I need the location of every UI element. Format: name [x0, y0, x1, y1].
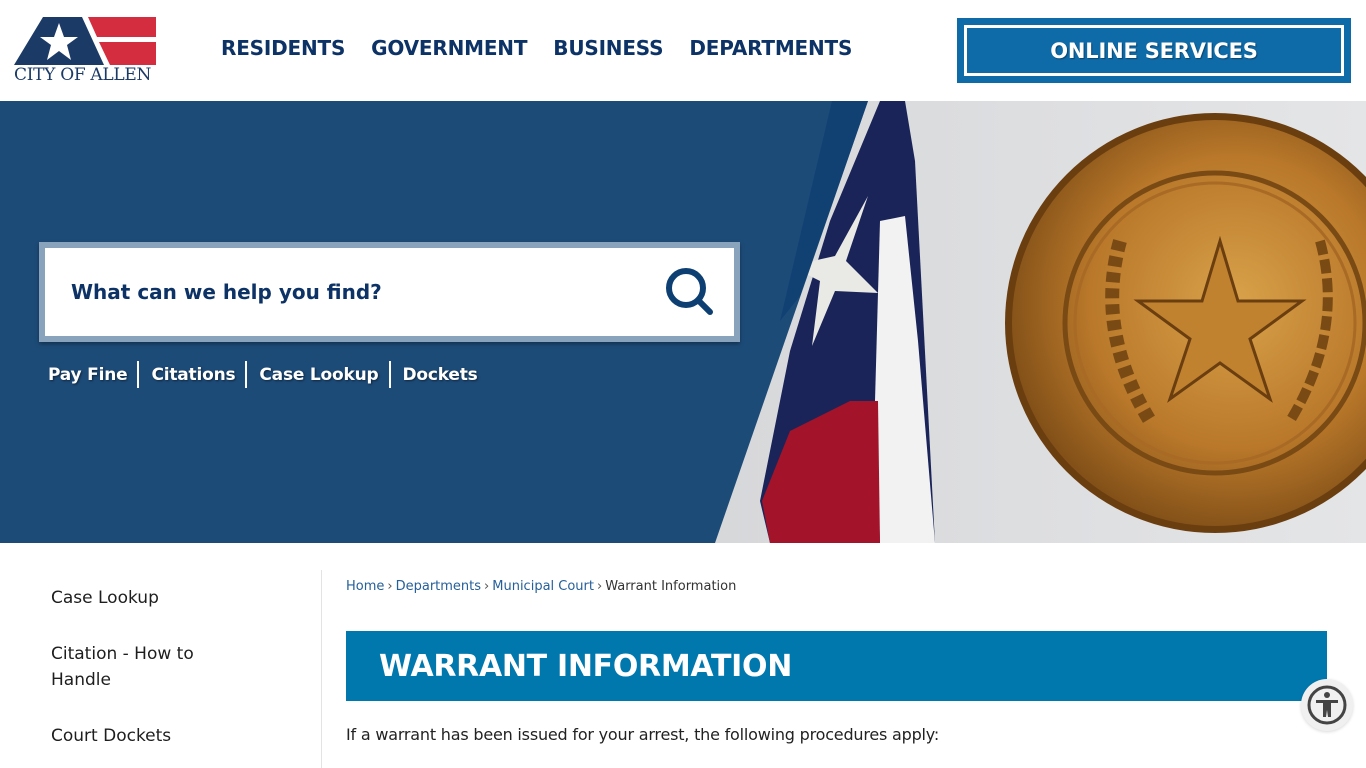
breadcrumb: Home › Departments › Municipal Court › Warrant… [346, 579, 736, 594]
city-logo[interactable]: CITY OF ALLEN [14, 17, 159, 87]
breadcrumb-current: Warrant Information [605, 579, 737, 594]
page-title: WARRANT INFORMATION [379, 648, 793, 684]
search-input[interactable] [71, 280, 631, 304]
page-title-bar: WARRANT INFORMATION [346, 631, 1327, 701]
accessibility-button[interactable] [1301, 679, 1353, 731]
nav-residents[interactable]: RESIDENTS [221, 36, 345, 60]
logo-text: CITY OF ALLEN [14, 65, 152, 85]
sidebar-item-court-dockets[interactable]: Court Dockets [51, 723, 251, 749]
quick-links: Pay Fine Citations Case Lookup Dockets [48, 361, 478, 388]
intro-text: If a warrant has been issued for your ar… [346, 725, 940, 744]
accessibility-icon [1307, 685, 1347, 725]
quick-link-divider [388, 361, 391, 388]
breadcrumb-separator: › [387, 579, 393, 594]
quick-link-dockets[interactable]: Dockets [403, 365, 478, 385]
main-nav: RESIDENTS GOVERNMENT BUSINESS DEPARTMENT… [221, 36, 878, 60]
online-services-button[interactable]: ONLINE SERVICES [957, 18, 1351, 83]
online-services-label: ONLINE SERVICES [1050, 38, 1258, 63]
site-search [39, 242, 740, 342]
site-header: CITY OF ALLEN RESIDENTS GOVERNMENT BUSIN… [0, 0, 1366, 101]
search-icon[interactable] [664, 266, 716, 318]
sidebar-nav: Case Lookup Citation - How to Handle Cou… [0, 543, 321, 768]
nav-government[interactable]: GOVERNMENT [371, 36, 527, 60]
nav-departments[interactable]: DEPARTMENTS [689, 36, 852, 60]
breadcrumb-departments[interactable]: Departments [396, 579, 481, 594]
logo-flag-icon [14, 17, 156, 65]
nav-business[interactable]: BUSINESS [553, 36, 663, 60]
content-divider [321, 570, 322, 768]
quick-link-citations[interactable]: Citations [151, 365, 235, 385]
quick-link-divider [137, 361, 140, 388]
online-services-inner: ONLINE SERVICES [964, 25, 1344, 76]
quick-link-divider [245, 361, 248, 388]
breadcrumb-separator: › [484, 579, 490, 594]
breadcrumb-municipal-court[interactable]: Municipal Court [492, 579, 594, 594]
sidebar-item-citation-how-to-handle[interactable]: Citation - How to Handle [51, 641, 251, 693]
search-box [45, 248, 734, 336]
breadcrumb-home[interactable]: Home [346, 579, 384, 594]
quick-link-case-lookup[interactable]: Case Lookup [259, 365, 378, 385]
breadcrumb-separator: › [597, 579, 603, 594]
quick-link-pay-fine[interactable]: Pay Fine [48, 365, 128, 385]
sidebar-item-case-lookup[interactable]: Case Lookup [51, 585, 251, 611]
hero-banner: Pay Fine Citations Case Lookup Dockets [0, 101, 1366, 543]
